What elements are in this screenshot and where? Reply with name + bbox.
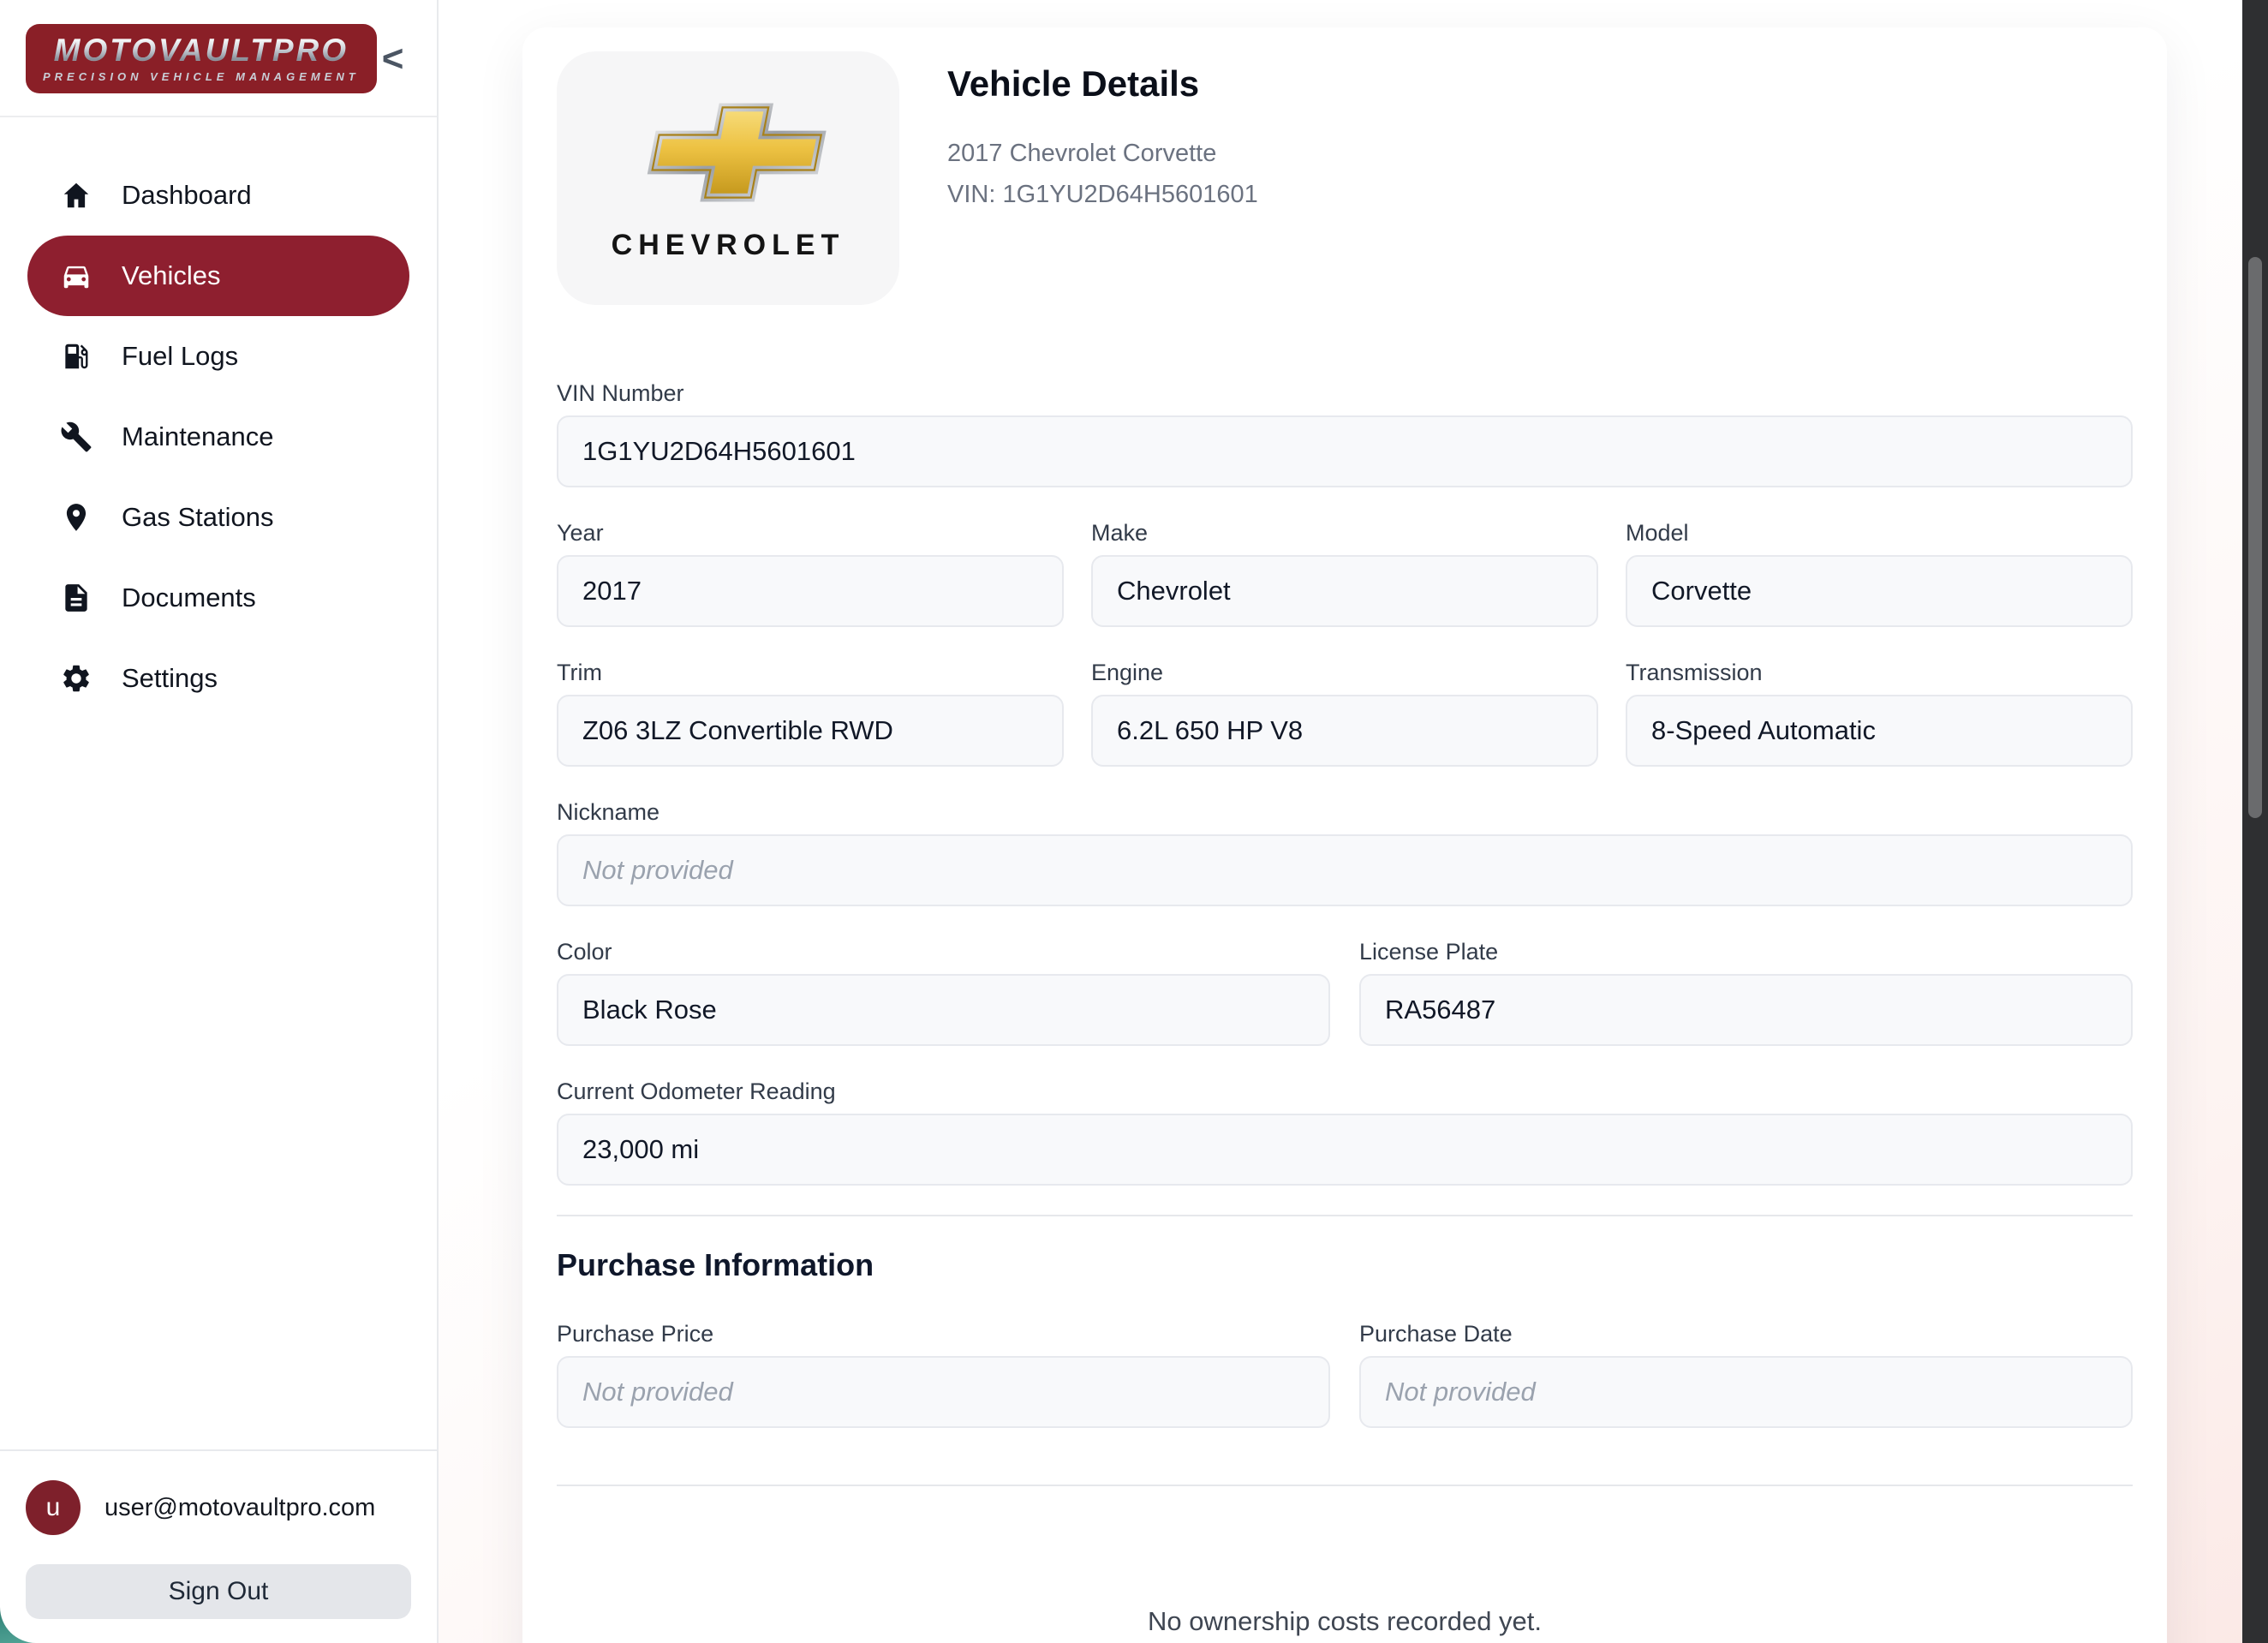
- app-root: MOTOVAULTPRO PRECISION VEHICLE MANAGEMEN…: [0, 0, 2268, 1643]
- make-label: Make: [1091, 520, 1598, 547]
- document-icon: [60, 582, 93, 614]
- model-field-group: Model: [1626, 520, 2133, 627]
- sidebar-item-label: Documents: [122, 583, 256, 613]
- gear-icon: [60, 662, 93, 695]
- nickname-input[interactable]: [557, 834, 2133, 906]
- ownership-costs-empty-state: No ownership costs recorded yet.: [557, 1606, 2133, 1637]
- transmission-input[interactable]: [1626, 695, 2133, 767]
- vin-input[interactable]: [557, 415, 2133, 487]
- purchase-price-input[interactable]: [557, 1356, 1330, 1428]
- trim-label: Trim: [557, 660, 1064, 686]
- sidebar-item-maintenance[interactable]: Maintenance: [27, 397, 409, 477]
- vin-field-group: VIN Number: [557, 380, 2133, 487]
- vehicle-vin-line: VIN: 1G1YU2D64H5601601: [947, 175, 1258, 216]
- trim-field-group: Trim: [557, 660, 1064, 767]
- vehicle-header-text: Vehicle Details 2017 Chevrolet Corvette …: [947, 51, 1258, 305]
- purchase-date-input[interactable]: [1359, 1356, 2133, 1428]
- logo-subtitle: PRECISION VEHICLE MANAGEMENT: [43, 70, 360, 83]
- avatar: u: [26, 1480, 81, 1535]
- year-input[interactable]: [557, 555, 1064, 627]
- trim-engine-transmission-row: Trim Engine Transmission: [557, 660, 2133, 767]
- vin-label: VIN Number: [557, 380, 2133, 407]
- trim-input[interactable]: [557, 695, 1064, 767]
- main-content: CHEVROLET Vehicle Details 2017 Chevrolet…: [439, 0, 2268, 1643]
- sidebar-item-label: Maintenance: [122, 421, 274, 452]
- purchase-date-label: Purchase Date: [1359, 1321, 2133, 1347]
- license-plate-field-group: License Plate: [1359, 939, 2133, 1046]
- model-input[interactable]: [1626, 555, 2133, 627]
- color-license-row: Color License Plate: [557, 939, 2133, 1046]
- sidebar-item-dashboard[interactable]: Dashboard: [27, 155, 409, 236]
- page-title: Vehicle Details: [947, 63, 1258, 105]
- map-pin-icon: [60, 501, 93, 534]
- engine-input[interactable]: [1091, 695, 1598, 767]
- purchase-row: Purchase Price Purchase Date: [557, 1321, 2133, 1428]
- sidebar-nav: Dashboard Vehicles Fuel Logs Maintenance: [0, 117, 437, 719]
- sidebar-collapse-button[interactable]: <: [377, 40, 409, 78]
- make-field-group: Make: [1091, 520, 1598, 627]
- vehicle-summary: 2017 Chevrolet Corvette: [947, 134, 1258, 175]
- home-icon: [60, 179, 93, 212]
- odometer-input[interactable]: [557, 1114, 2133, 1186]
- vehicle-brand-tile: CHEVROLET: [557, 51, 899, 305]
- sidebar-item-label: Gas Stations: [122, 502, 273, 533]
- sidebar-item-label: Vehicles: [122, 260, 220, 291]
- model-label: Model: [1626, 520, 2133, 547]
- sidebar: MOTOVAULTPRO PRECISION VEHICLE MANAGEMEN…: [0, 0, 439, 1643]
- transmission-label: Transmission: [1626, 660, 2133, 686]
- app-logo: MOTOVAULTPRO PRECISION VEHICLE MANAGEMEN…: [26, 24, 377, 93]
- sidebar-item-fuel-logs[interactable]: Fuel Logs: [27, 316, 409, 397]
- vehicle-form: VIN Number Year Make Model: [557, 380, 2133, 1637]
- license-plate-input[interactable]: [1359, 974, 2133, 1046]
- section-divider: [557, 1215, 2133, 1216]
- year-field-group: Year: [557, 520, 1064, 627]
- year-label: Year: [557, 520, 1064, 547]
- sidebar-header: MOTOVAULTPRO PRECISION VEHICLE MANAGEMEN…: [0, 0, 437, 117]
- nickname-field-group: Nickname: [557, 799, 2133, 906]
- sidebar-item-label: Settings: [122, 663, 218, 694]
- purchase-price-field-group: Purchase Price: [557, 1321, 1330, 1428]
- sidebar-item-label: Dashboard: [122, 180, 252, 211]
- sign-out-button[interactable]: Sign Out: [26, 1564, 411, 1619]
- scrollbar-track[interactable]: [2242, 0, 2268, 1643]
- purchase-date-field-group: Purchase Date: [1359, 1321, 2133, 1428]
- color-field-group: Color: [557, 939, 1330, 1046]
- sidebar-item-settings[interactable]: Settings: [27, 638, 409, 719]
- engine-field-group: Engine: [1091, 660, 1598, 767]
- logo-title: MOTOVAULTPRO: [43, 33, 360, 69]
- sidebar-item-gas-stations[interactable]: Gas Stations: [27, 477, 409, 558]
- user-email: user@motovaultpro.com: [104, 1494, 375, 1522]
- vehicle-header: CHEVROLET Vehicle Details 2017 Chevrolet…: [557, 51, 2133, 305]
- make-input[interactable]: [1091, 555, 1598, 627]
- user-row: u user@motovaultpro.com: [26, 1480, 411, 1535]
- odometer-field-group: Current Odometer Reading: [557, 1078, 2133, 1186]
- color-label: Color: [557, 939, 1330, 965]
- purchase-price-label: Purchase Price: [557, 1321, 1330, 1347]
- sidebar-item-label: Fuel Logs: [122, 341, 238, 372]
- fuel-pump-icon: [60, 340, 93, 373]
- wrench-icon: [60, 421, 93, 453]
- section-divider: [557, 1485, 2133, 1486]
- year-make-model-row: Year Make Model: [557, 520, 2133, 627]
- license-plate-label: License Plate: [1359, 939, 2133, 965]
- sidebar-item-vehicles[interactable]: Vehicles: [27, 236, 409, 316]
- transmission-field-group: Transmission: [1626, 660, 2133, 767]
- purchase-section-title: Purchase Information: [557, 1247, 2133, 1283]
- vehicle-details-card: CHEVROLET Vehicle Details 2017 Chevrolet…: [522, 27, 2167, 1643]
- scrollbar-thumb[interactable]: [2248, 257, 2262, 818]
- engine-label: Engine: [1091, 660, 1598, 686]
- chevrolet-wordmark: CHEVROLET: [612, 229, 845, 262]
- car-icon: [60, 260, 93, 292]
- nickname-label: Nickname: [557, 799, 2133, 826]
- sidebar-item-documents[interactable]: Documents: [27, 558, 409, 638]
- chevrolet-bowtie-icon: [629, 95, 827, 210]
- sidebar-footer: u user@motovaultpro.com Sign Out: [0, 1449, 437, 1643]
- odometer-label: Current Odometer Reading: [557, 1078, 2133, 1105]
- color-input[interactable]: [557, 974, 1330, 1046]
